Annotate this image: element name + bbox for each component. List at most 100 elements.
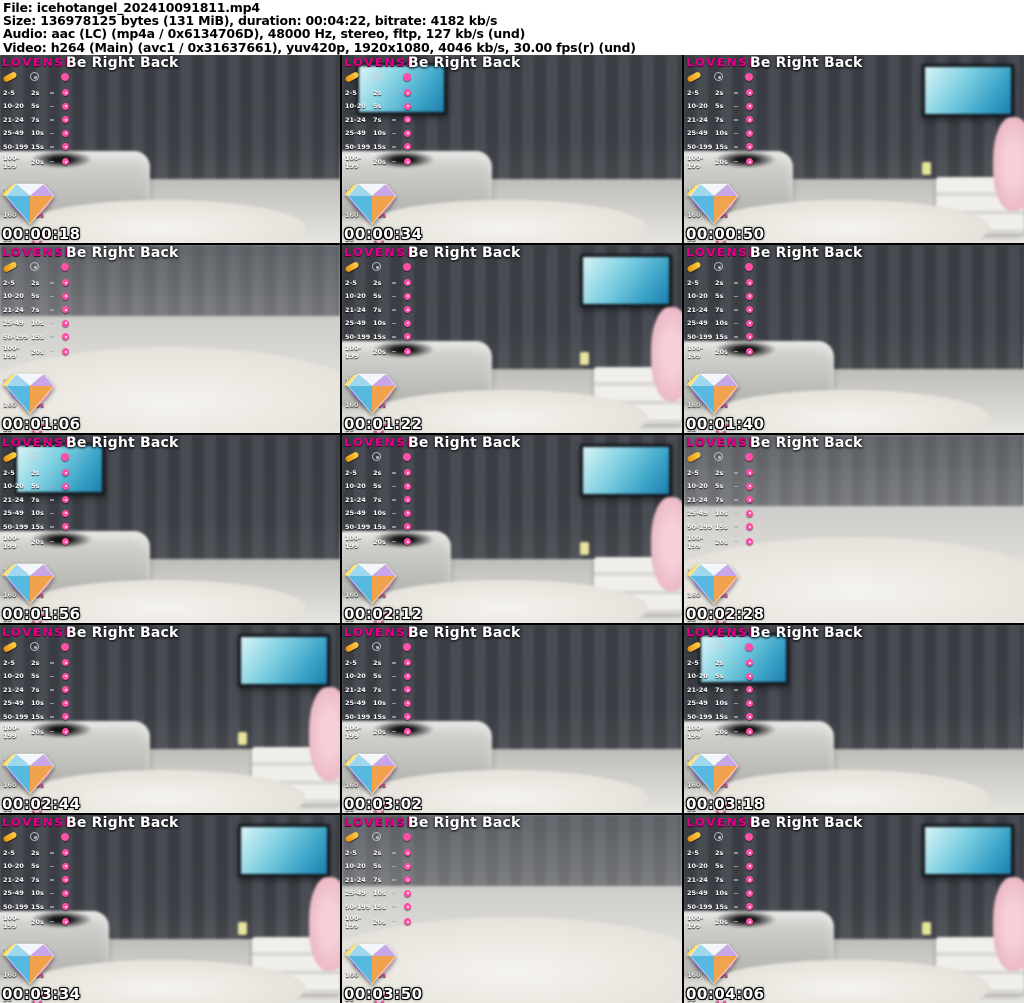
timestamp: 00:03:34: [2, 985, 81, 1003]
tip-menu-row: 100-19920s: [345, 534, 411, 548]
tip-menu-duration: 15s: [715, 523, 734, 531]
lovense-logo: LOVENSE: [344, 816, 416, 829]
tip-menu-row: 21-247s: [3, 493, 69, 507]
tip-menu-row: 25-4910s: [3, 127, 69, 141]
dash-icon: [734, 161, 738, 163]
toy-icon: [372, 832, 381, 841]
timestamp: 00:03:50: [344, 985, 423, 1003]
tip-menu-tokens: 2-5: [345, 89, 373, 97]
tip-menu-row: 25-4910s: [3, 697, 69, 711]
tip-menu-duration: 2s: [31, 849, 50, 857]
dash-icon: [50, 351, 54, 353]
timestamp: 00:02:28: [686, 605, 765, 623]
tip-menu-row: 50-19915s: [687, 900, 753, 914]
tip-menu-tokens: 21-24: [3, 306, 31, 314]
tip-menu-duration: 10s: [715, 509, 734, 517]
tip-token-icon: [686, 451, 701, 463]
dash-icon: [734, 133, 738, 135]
tip-menu-duration: 20s: [373, 918, 392, 926]
heart-tip-icon: [404, 103, 411, 110]
heart-tip-icon: [404, 876, 411, 883]
heart-tip-icon: [62, 333, 69, 340]
toy-icon: [372, 642, 381, 651]
video-thumbnail: LOVENSE Be Right Back 2-52s10-205s21-247…: [342, 55, 682, 243]
vibe-dot-icon: [403, 643, 411, 651]
tip-menu-duration: 5s: [31, 292, 50, 300]
dash-icon: [734, 526, 738, 528]
heart-tip-icon: [62, 659, 69, 666]
file-info-header: File: icehotangel_202410091811.mp4 Size:…: [0, 0, 1024, 55]
tip-menu-duration: 15s: [715, 713, 734, 721]
heart-tip-icon: [62, 713, 69, 720]
tip-menu-tokens: 25-49: [345, 129, 373, 137]
heart-tip-icon: [404, 333, 411, 340]
tip-menu-duration: 5s: [373, 862, 392, 870]
tip-menu-tokens: 25-49: [345, 699, 373, 707]
dash-icon: [734, 296, 738, 298]
dash-icon: [392, 161, 396, 163]
heart-tip-icon: [746, 903, 753, 910]
dash-icon: [50, 133, 54, 135]
tip-menu-duration: 20s: [715, 538, 734, 546]
tip-menu-row: 100-19920s: [3, 154, 69, 168]
tip-menu-tokens: 21-24: [687, 116, 715, 124]
tip-menu-tokens: 21-24: [687, 686, 715, 694]
heart-tip-icon: [746, 89, 753, 96]
toy-icon: [714, 642, 723, 651]
tip-menu-row: 100-19920s: [687, 724, 753, 738]
tip-menu-duration: 7s: [715, 876, 734, 884]
video-info-line: Video: h264 (Main) (avc1 / 0x31637661), …: [3, 41, 1024, 54]
heart-tip-icon: [746, 700, 753, 707]
scene-tv-screen: [922, 64, 1014, 117]
tip-token-icon: [2, 831, 17, 843]
tip-menu-tokens: 21-24: [687, 306, 715, 314]
heart-tip-icon: [746, 130, 753, 137]
heart-tip-icon: [746, 320, 753, 327]
tip-menu-tokens: 50-199: [3, 143, 31, 151]
scene-blanket: [651, 307, 682, 401]
dash-icon: [50, 526, 54, 528]
tip-menu-duration: 5s: [715, 862, 734, 870]
heart-tip-icon: [62, 483, 69, 490]
heart-tip-icon: [404, 510, 411, 517]
scene-blanket: [993, 877, 1024, 971]
tip-menu-tokens: 10-20: [345, 292, 373, 300]
video-thumbnail: LOVENSE Be Right Back 2-52s10-205s21-247…: [0, 625, 340, 813]
heart-tip-icon: [746, 728, 753, 735]
tip-menu-tokens: 10-20: [3, 862, 31, 870]
tip-menu-duration: 20s: [373, 538, 392, 546]
heart-tip-icon: [62, 158, 69, 165]
dash-icon: [50, 921, 54, 923]
status-text: Be Right Back: [750, 245, 863, 261]
tip-menu-row: 50-19915s: [3, 900, 69, 914]
tip-menu-rows: 2-52s10-205s21-247s25-4910s50-19915s100-…: [345, 86, 411, 167]
dash-icon: [734, 703, 738, 705]
scene-tv-screen: [922, 824, 1014, 877]
tip-menu-duration: 2s: [715, 89, 734, 97]
tip-menu-duration: 20s: [715, 348, 734, 356]
heart-tip-icon: [62, 700, 69, 707]
vibe-dot-icon: [745, 833, 753, 841]
tip-menu-row: 50-19915s: [687, 520, 753, 534]
tip-menu-row: 10-205s: [345, 480, 411, 494]
dash-icon: [50, 472, 54, 474]
heart-tip-icon: [62, 293, 69, 300]
diamond-icon: [344, 752, 400, 796]
dash-icon: [392, 351, 396, 353]
dash-icon: [392, 296, 396, 298]
tip-menu-tokens: 10-20: [687, 482, 715, 490]
dash-icon: [50, 486, 54, 488]
tip-menu-row: 2-52s: [687, 86, 753, 100]
status-text: Be Right Back: [750, 625, 863, 641]
tip-menu-row: 100-19920s: [687, 344, 753, 358]
tip-menu-tokens: 50-199: [3, 523, 31, 531]
tip-menu-icons: [3, 450, 69, 463]
tip-menu-row: 10-205s: [345, 290, 411, 304]
video-thumbnail: LOVENSE Be Right Back 2-52s10-205s21-247…: [0, 245, 340, 433]
heart-tip-icon: [746, 483, 753, 490]
tip-menu-row: 50-19915s: [3, 710, 69, 724]
timestamp: 00:01:56: [2, 605, 81, 623]
dash-icon: [50, 92, 54, 94]
tip-menu-duration: 7s: [715, 116, 734, 124]
tip-menu-tokens: 21-24: [3, 116, 31, 124]
